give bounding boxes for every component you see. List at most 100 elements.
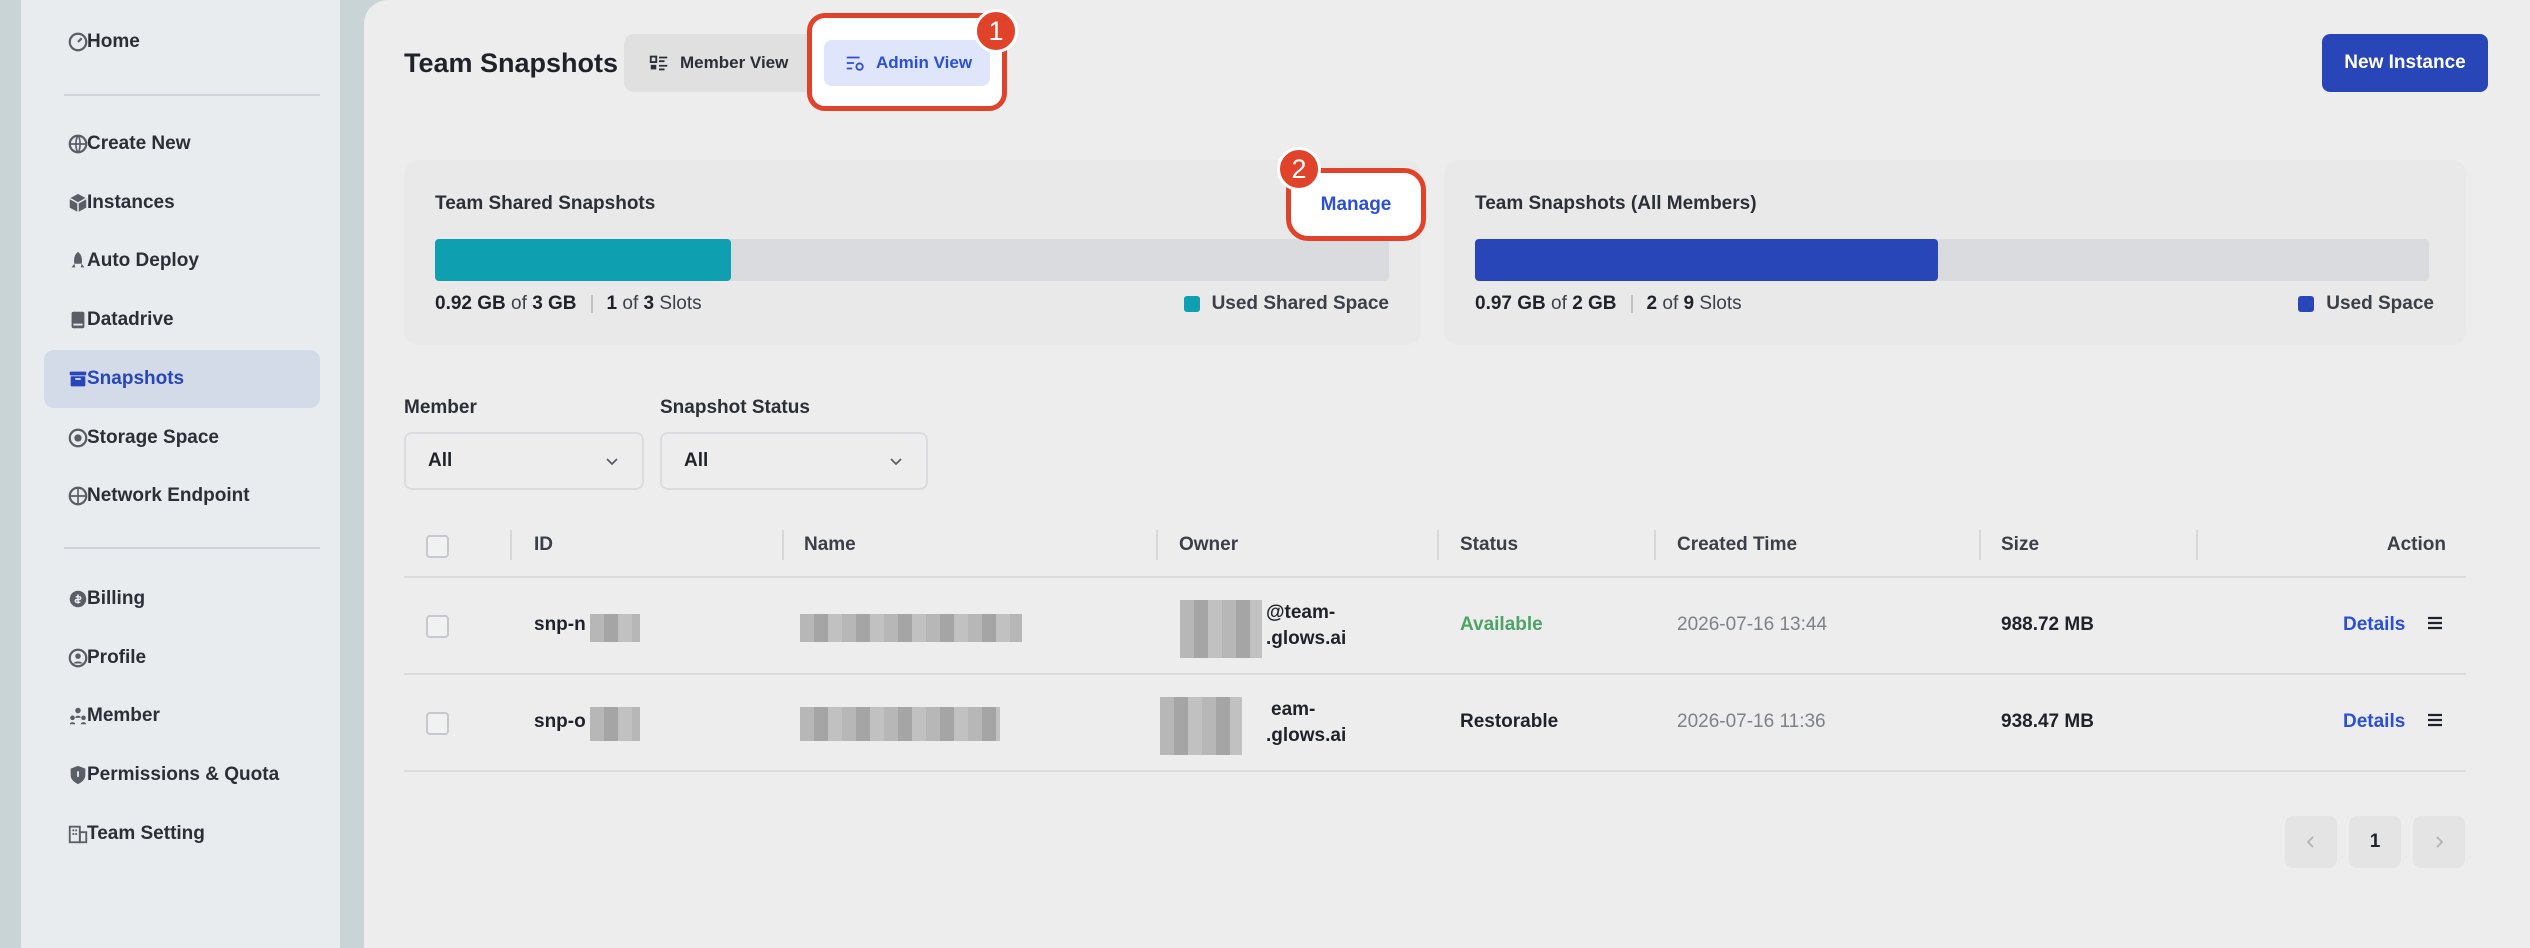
usage-bar bbox=[435, 239, 1389, 281]
member-view-button[interactable]: Member View bbox=[628, 40, 808, 86]
sidebar-item-label: Create New bbox=[87, 133, 191, 154]
sidebar-item-home[interactable]: Home bbox=[44, 13, 320, 71]
chevron-down-icon bbox=[890, 458, 902, 466]
prev-page-button[interactable] bbox=[2285, 816, 2337, 868]
sidebar-item-label: Billing bbox=[87, 588, 146, 609]
column-header: Name bbox=[804, 534, 856, 555]
sidebar-item-member[interactable]: Member bbox=[44, 687, 320, 745]
status-badge: Available bbox=[1460, 614, 1543, 635]
owner-line: @team- bbox=[1266, 602, 1336, 623]
table-row: snp-o eam- .glows.ai Restorable 2026-07-… bbox=[404, 675, 2466, 772]
sidebar-item-label: Auto Deploy bbox=[87, 250, 199, 271]
sidebar-item-auto-deploy[interactable]: Auto Deploy bbox=[44, 232, 320, 290]
snapshot-size: 938.47 MB bbox=[2001, 711, 2094, 732]
divider bbox=[64, 547, 320, 549]
chevron-left-icon bbox=[2306, 836, 2314, 848]
status-badge: Restorable bbox=[1460, 711, 1559, 732]
snapshot-size: 988.72 MB bbox=[2001, 614, 2094, 635]
sidebar-item-label: Team Setting bbox=[87, 823, 205, 844]
owner-line: eam- bbox=[1271, 699, 1316, 720]
owner-line: .glows.ai bbox=[1266, 628, 1347, 649]
sidebar-item-label: Snapshots bbox=[87, 368, 185, 389]
created-time: 2026-07-16 13:44 bbox=[1677, 614, 1828, 635]
member-filter-label: Member bbox=[404, 397, 477, 418]
select-all-checkbox[interactable] bbox=[426, 535, 449, 558]
column-header: Owner bbox=[1179, 534, 1239, 555]
network-icon bbox=[67, 485, 89, 507]
sidebar-item-label: Network Endpoint bbox=[87, 485, 250, 506]
snapshot-id: snp-o bbox=[534, 711, 586, 732]
usage-bar bbox=[1475, 239, 2429, 281]
sidebar-item-label: Home bbox=[87, 31, 140, 52]
sidebar-item-datadrive[interactable]: Datadrive bbox=[44, 291, 320, 349]
row-checkbox[interactable] bbox=[426, 615, 449, 638]
legend: Used Shared Space bbox=[1183, 293, 1389, 315]
main-content: Team Snapshots Member View Admin View 1 … bbox=[364, 0, 2530, 948]
sidebar-item-snapshots[interactable]: Snapshots bbox=[44, 350, 320, 408]
next-page-button[interactable] bbox=[2413, 816, 2465, 868]
sidebar-item-permissions-quota[interactable]: Permissions & Quota bbox=[44, 746, 320, 804]
usage-stats: 0.97 GB of 2 GB 2 of 9 Slots bbox=[1475, 293, 1742, 314]
card-title: Team Shared Snapshots bbox=[435, 193, 656, 214]
redacted-name bbox=[800, 614, 1022, 642]
redacted-block bbox=[590, 707, 640, 741]
sidebar-item-network-endpoint[interactable]: Network Endpoint bbox=[44, 467, 320, 525]
redacted-name bbox=[800, 707, 1000, 741]
menu-icon[interactable] bbox=[2427, 713, 2443, 727]
sidebar-item-label: Profile bbox=[87, 647, 147, 668]
column-header: Status bbox=[1460, 534, 1519, 555]
member-filter-select[interactable]: All bbox=[404, 432, 644, 490]
sidebar: Home Create New Instances Auto Deploy Da… bbox=[21, 0, 340, 948]
snapshot-id: snp-n bbox=[534, 614, 586, 635]
list-icon bbox=[649, 55, 668, 71]
drive-icon bbox=[67, 309, 89, 331]
sidebar-item-label: Permissions & Quota bbox=[87, 764, 280, 785]
admin-view-button[interactable]: Admin View bbox=[824, 40, 990, 86]
page-title: Team Snapshots bbox=[404, 48, 619, 78]
status-filter-label: Snapshot Status bbox=[660, 397, 810, 418]
sidebar-item-create-new[interactable]: Create New bbox=[44, 115, 320, 173]
shield-icon bbox=[67, 764, 89, 786]
usage-bar-fill bbox=[435, 239, 731, 281]
usage-bar-fill bbox=[1475, 239, 1938, 281]
chevron-right-icon bbox=[2436, 836, 2444, 848]
snapshots-table: ID Name Owner Status Created Time Size A… bbox=[404, 516, 2466, 772]
globe-plus-icon bbox=[67, 133, 89, 155]
legend: Used Space bbox=[2298, 293, 2434, 315]
sidebar-item-billing[interactable]: Billing bbox=[44, 570, 320, 628]
rocket-icon bbox=[67, 250, 89, 272]
row-checkbox[interactable] bbox=[426, 712, 449, 735]
sidebar-item-label: Datadrive bbox=[87, 309, 174, 330]
storage-icon bbox=[67, 427, 89, 449]
redacted-block bbox=[590, 614, 640, 642]
owner-line: .glows.ai bbox=[1266, 725, 1347, 746]
card-title: Team Snapshots (All Members) bbox=[1475, 193, 1757, 214]
sidebar-item-storage-space[interactable]: Storage Space bbox=[44, 409, 320, 467]
sidebar-item-label: Member bbox=[87, 705, 160, 726]
sidebar-item-profile[interactable]: Profile bbox=[44, 629, 320, 687]
step-badge: 1 bbox=[974, 9, 1018, 53]
filter-settings-icon bbox=[846, 56, 864, 71]
new-instance-button[interactable]: New Instance bbox=[2322, 34, 2488, 92]
status-filter-select[interactable]: All bbox=[660, 432, 928, 490]
column-header: ID bbox=[534, 534, 553, 555]
details-link[interactable]: Details bbox=[2343, 711, 2405, 733]
column-header: Created Time bbox=[1677, 534, 1798, 555]
member-icon bbox=[67, 705, 89, 727]
building-icon bbox=[67, 823, 89, 845]
redacted-owner bbox=[1160, 697, 1242, 755]
details-link[interactable]: Details bbox=[2343, 614, 2405, 636]
chevron-down-icon bbox=[606, 458, 618, 466]
legend-swatch bbox=[1183, 296, 1200, 312]
redacted-owner bbox=[1180, 600, 1262, 658]
dashboard-icon bbox=[67, 31, 89, 53]
cube-icon bbox=[67, 192, 89, 214]
usage-stats: 0.92 GB of 3 GB 1 of 3 Slots bbox=[435, 293, 702, 314]
sidebar-item-instances[interactable]: Instances bbox=[44, 174, 320, 232]
menu-icon[interactable] bbox=[2427, 616, 2443, 630]
step-badge: 2 bbox=[1277, 147, 1321, 191]
sidebar-item-team-setting[interactable]: Team Setting bbox=[44, 805, 320, 863]
legend-swatch bbox=[2298, 296, 2315, 312]
sidebar-item-label: Storage Space bbox=[87, 427, 219, 448]
page-number[interactable]: 1 bbox=[2349, 816, 2401, 868]
